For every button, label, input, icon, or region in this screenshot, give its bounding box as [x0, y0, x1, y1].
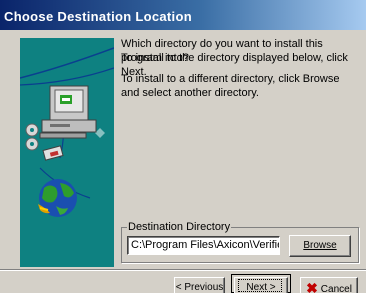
destination-path-field[interactable]: C:\Program Files\Axicon\Verifier: [127, 236, 280, 255]
previous-button[interactable]: < Previous: [174, 277, 225, 293]
install-artwork: [20, 38, 114, 267]
instruction-browse-text: To install to a different directory, cli…: [121, 73, 340, 99]
wizard-panel: Which directory do you want to install t…: [0, 30, 366, 270]
destination-directory-group: Destination Directory C:\Program Files\A…: [121, 221, 359, 263]
cancel-button-label: Cancel: [320, 284, 352, 293]
window-title: Choose Destination Location: [0, 0, 366, 30]
install-computer-globe-icon: [20, 47, 114, 217]
next-button[interactable]: Next >: [234, 277, 288, 293]
footer-divider: [0, 269, 366, 271]
red-x-icon: ✖: [306, 280, 318, 293]
destination-directory-label: Destination Directory: [127, 221, 232, 233]
cancel-button[interactable]: ✖ Cancel: [300, 277, 358, 293]
browse-button[interactable]: Browse: [289, 235, 351, 257]
browse-button-label: Browse: [303, 240, 337, 251]
next-button-default-frame: Next >: [231, 274, 291, 293]
